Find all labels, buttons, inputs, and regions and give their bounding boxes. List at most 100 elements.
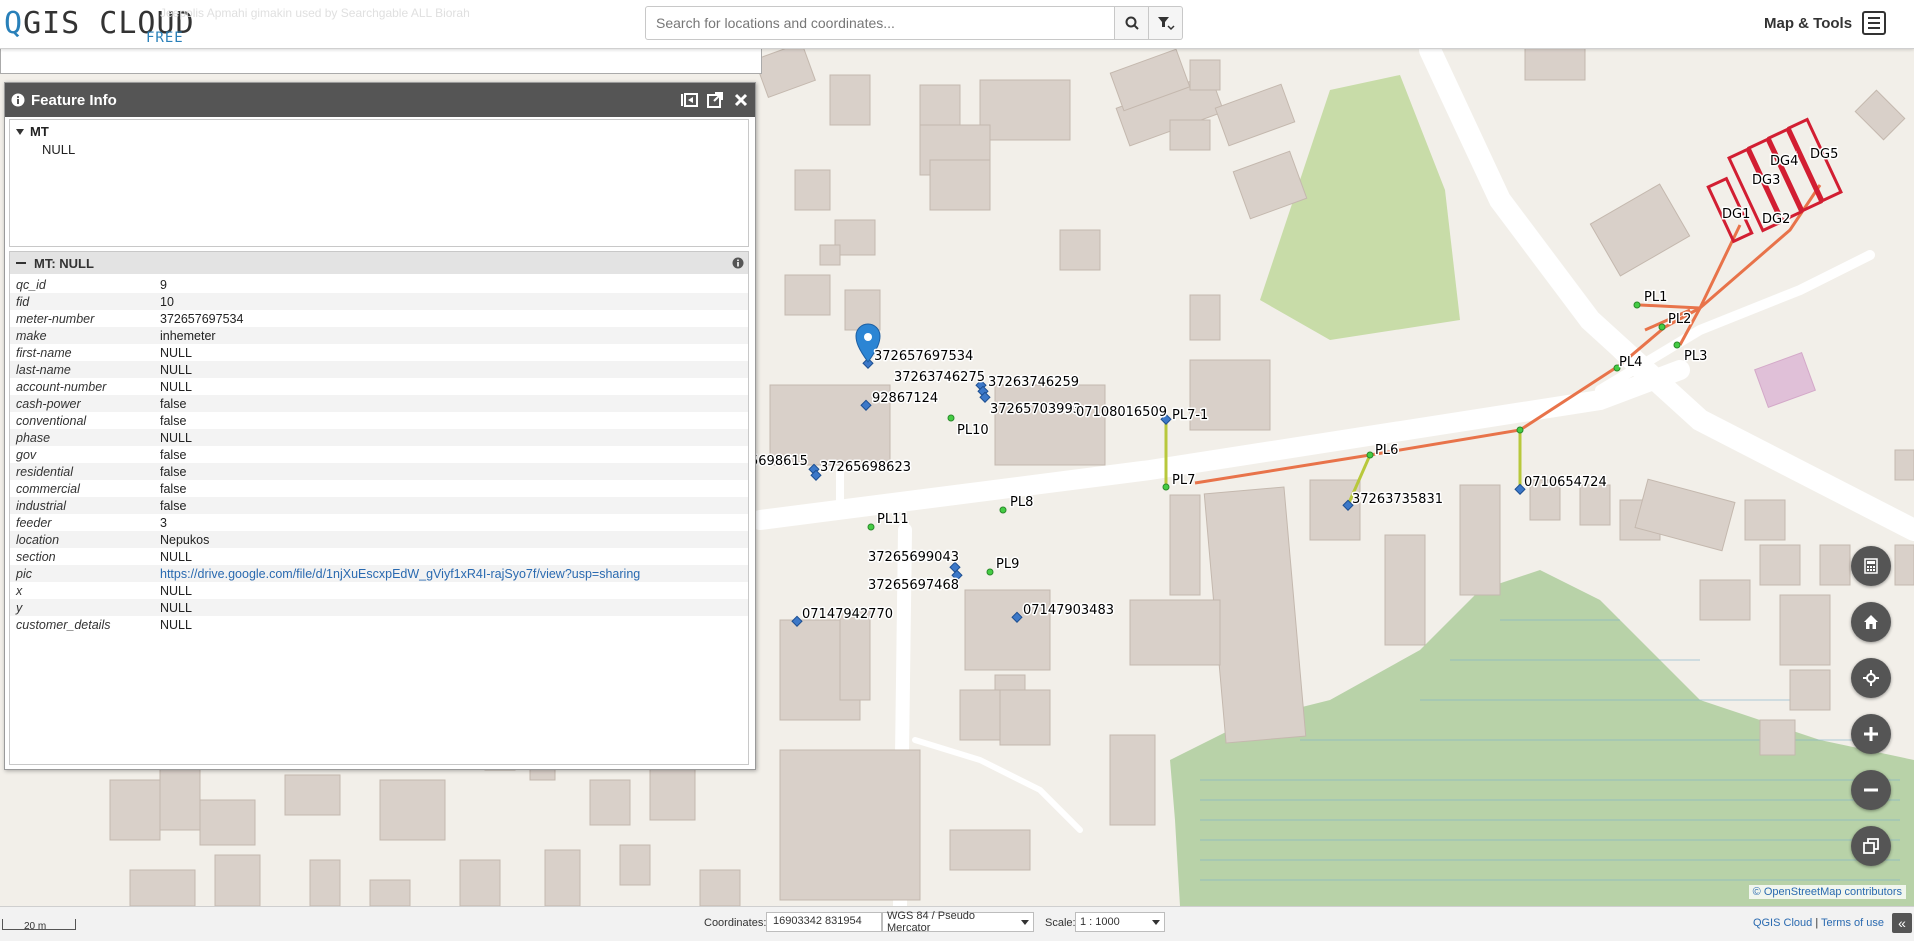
- attribute-row: commercial false: [10, 480, 748, 497]
- scale-select[interactable]: 1 : 1000: [1075, 912, 1165, 932]
- tree-child-node[interactable]: NULL: [42, 142, 75, 157]
- attribute-value: 9: [160, 277, 167, 292]
- close-button[interactable]: [731, 90, 751, 110]
- attribute-key: location: [10, 531, 154, 548]
- calculator-icon: [1864, 558, 1878, 574]
- attribute-value: false: [154, 395, 748, 412]
- attribute-value: false: [154, 463, 748, 480]
- attribute-row: feeder 3: [10, 514, 748, 531]
- pole-label: PL2: [1668, 312, 1691, 327]
- attribute-table: qc_id 9 fid 10 meter-number 372657697534 make i…: [10, 276, 748, 633]
- layers-button[interactable]: [1851, 826, 1891, 866]
- attribute-row: account-number NULL: [10, 378, 748, 395]
- pole-label: PL11: [877, 512, 909, 527]
- dg-label: DG2: [1762, 212, 1790, 227]
- attribute-value: NULL: [160, 345, 192, 360]
- filter-button[interactable]: [1149, 6, 1183, 40]
- attribute-value: NULL: [160, 617, 192, 632]
- attribute-key: make: [10, 327, 154, 344]
- scale-bar-label: 20 m: [24, 921, 47, 932]
- dock-left-button[interactable]: [679, 90, 699, 110]
- home-button[interactable]: [1851, 602, 1891, 642]
- attribute-row: make inhemeter: [10, 327, 748, 344]
- logo-subtext: FREE: [146, 30, 184, 46]
- attribute-key: meter-number: [16, 311, 95, 326]
- coordinates-label: Coordinates:: [704, 917, 767, 929]
- attribute-value: NULL: [160, 379, 192, 394]
- meter-label: 07147942770: [802, 607, 893, 622]
- attribute-row: cash-power false: [10, 395, 748, 412]
- meter-label: 5698615: [750, 454, 808, 469]
- search-icon: [1125, 16, 1139, 30]
- attribute-value: NULL: [154, 361, 748, 378]
- locate-icon: [1863, 670, 1879, 686]
- dg-label: DG5: [1810, 147, 1838, 162]
- footer-links: QGIS Cloud | Terms of use: [1753, 917, 1884, 929]
- attribute-value: false: [160, 413, 187, 428]
- attribute-key: industrial: [10, 497, 154, 514]
- pole-label: PL4: [1619, 355, 1642, 370]
- tree-node-mt[interactable]: MT: [16, 124, 49, 139]
- attribute-row: residential false: [10, 463, 748, 480]
- tree-node-label: MT: [30, 124, 49, 139]
- meter-label: 372657697534: [874, 349, 973, 364]
- map-attribution[interactable]: © OpenStreetMap contributors: [1748, 885, 1906, 899]
- attribute-key: conventional: [16, 413, 87, 428]
- attribute-key: cash-power: [10, 395, 154, 412]
- feature-info-titlebar[interactable]: Feature Info: [5, 83, 755, 117]
- terms-link[interactable]: Terms of use: [1821, 917, 1884, 929]
- zoom-in-icon: [1864, 727, 1878, 741]
- map-tools-label[interactable]: Map & Tools: [1764, 15, 1852, 32]
- attribute-row: qc_id 9: [10, 276, 748, 293]
- scale-value: 1 : 1000: [1080, 916, 1120, 928]
- attribute-row: x NULL: [10, 582, 748, 599]
- popout-button[interactable]: [705, 90, 725, 110]
- attribute-header-label: MT: NULL: [34, 255, 94, 271]
- hamburger-menu-button[interactable]: [1862, 11, 1886, 35]
- attribute-row: location Nepukos: [10, 531, 748, 548]
- attribute-row: first-name NULL: [10, 344, 748, 361]
- collapse-button[interactable]: «: [1892, 913, 1912, 933]
- qgis-cloud-link[interactable]: QGIS Cloud: [1753, 917, 1812, 929]
- filter-icon: [1157, 17, 1175, 31]
- attribute-key: gov: [16, 447, 37, 462]
- search-input[interactable]: [645, 6, 1115, 40]
- pole-label: PL9: [996, 557, 1019, 572]
- attribute-key: residential: [10, 463, 154, 480]
- meter-label: 37263746275: [894, 370, 985, 385]
- attribute-row: industrial false: [10, 497, 748, 514]
- attribute-value: NULL: [154, 429, 748, 446]
- pic-link[interactable]: https://drive.google.com/file/d/1njXuEsc…: [160, 567, 640, 581]
- menu-line: [1868, 17, 1880, 19]
- close-icon: [734, 93, 748, 107]
- menu-line: [1868, 22, 1880, 24]
- info-icon: [11, 93, 25, 107]
- attribute-value: https://drive.google.com/file/d/1njXuEsc…: [154, 565, 748, 582]
- attribute-key: last-name: [10, 361, 154, 378]
- attribute-key: commercial: [16, 481, 80, 496]
- attribute-key: qc_id: [16, 277, 46, 292]
- zoom-in-button[interactable]: [1851, 714, 1891, 754]
- attribute-row: pic https://drive.google.com/file/d/1njXu…: [10, 565, 748, 582]
- attribute-value: false: [160, 481, 187, 496]
- pole-label: PL7-1: [1172, 408, 1208, 423]
- attribute-key: pic: [10, 565, 154, 582]
- attribute-header[interactable]: MT: NULL: [10, 252, 748, 274]
- search-button[interactable]: [1115, 6, 1149, 40]
- attribute-row: conventional false: [10, 412, 748, 429]
- crs-select[interactable]: WGS 84 / Pseudo Mercator: [882, 910, 1034, 934]
- info-icon[interactable]: [732, 257, 744, 269]
- measure-button[interactable]: [1851, 546, 1891, 586]
- coordinates-field[interactable]: 16903342 831954: [766, 912, 882, 932]
- locate-button[interactable]: [1851, 658, 1891, 698]
- attribute-key: feeder: [16, 515, 52, 530]
- zoom-out-button[interactable]: [1851, 770, 1891, 810]
- meter-label: 07147903483: [1023, 603, 1114, 618]
- meter-label: 37263746259: [988, 375, 1079, 390]
- caret-down-icon: [16, 128, 24, 135]
- attribute-row: y NULL: [10, 599, 748, 616]
- attribute-key: x: [16, 583, 23, 598]
- menu-line: [1868, 27, 1880, 29]
- minus-icon: [16, 262, 26, 264]
- chevron-down-icon: [1021, 920, 1029, 925]
